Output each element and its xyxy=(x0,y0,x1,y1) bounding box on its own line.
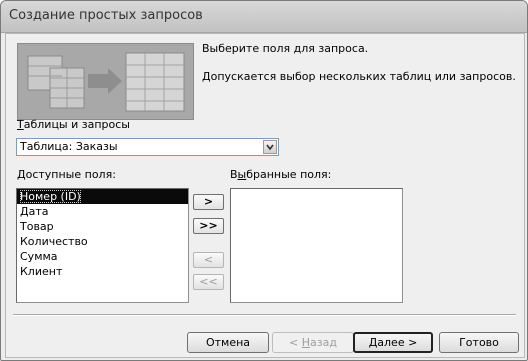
tables-label-text: аблицы и запросы xyxy=(23,118,130,131)
instruction-line-1: Выберите поля для запроса. xyxy=(202,42,369,55)
selected-label-mnemonic: ы xyxy=(237,168,247,181)
available-label-text: оступные поля: xyxy=(25,168,116,181)
remove-all-fields-button[interactable]: << xyxy=(193,274,224,290)
finish-button[interactable]: Готово xyxy=(439,332,519,353)
chevron-down-icon xyxy=(266,144,274,151)
tables-label-mnemonic: Т xyxy=(17,118,24,131)
back-button-pre: < xyxy=(289,336,302,349)
tables-combobox[interactable]: Таблица: Заказы xyxy=(16,138,279,156)
list-item[interactable]: Товар xyxy=(17,219,188,234)
available-fields-label: Доступные поля: xyxy=(17,168,116,181)
next-button-mnemonic: Д xyxy=(368,336,378,349)
back-button[interactable]: < Назад xyxy=(272,332,354,353)
available-fields-list[interactable]: Номер (ID) Дата Товар Количество Сумма К… xyxy=(16,188,189,303)
selected-fields-list[interactable] xyxy=(230,188,403,303)
back-button-mnemonic: Н xyxy=(301,336,311,349)
list-item[interactable]: Количество xyxy=(17,234,188,249)
tables-label: Таблицы и запросы xyxy=(17,118,130,131)
list-item[interactable]: Клиент xyxy=(17,264,188,279)
wizard-body: Выберите поля для запроса. Допускается в… xyxy=(5,33,525,358)
query-illustration-icon xyxy=(18,44,193,119)
cancel-button[interactable]: Отмена xyxy=(187,332,269,353)
window-title: Создание простых запросов xyxy=(9,8,203,23)
back-button-text: азад xyxy=(310,336,337,349)
available-label-mnemonic: Д xyxy=(17,168,26,181)
wizard-illustration xyxy=(17,43,194,120)
title-bar[interactable]: Создание простых запросов xyxy=(1,1,527,33)
add-all-fields-button[interactable]: >> xyxy=(193,218,224,234)
list-item[interactable]: Дата xyxy=(17,204,188,219)
footer-separator xyxy=(13,314,516,316)
next-button[interactable]: Далее > xyxy=(353,332,433,353)
remove-field-button[interactable]: < xyxy=(193,252,224,268)
combobox-dropdown-button[interactable] xyxy=(263,140,277,154)
next-button-text: алее > xyxy=(377,336,418,349)
tables-combobox-value: Таблица: Заказы xyxy=(20,140,118,153)
list-item[interactable]: Номер (ID) xyxy=(17,189,188,204)
query-wizard-window: Создание простых запросов Выберите поля … xyxy=(0,0,528,361)
instruction-line-2: Допускается выбор нескольких таблиц или … xyxy=(202,70,516,83)
add-field-button[interactable]: > xyxy=(193,194,224,210)
list-item[interactable]: Сумма xyxy=(17,249,188,264)
selected-label-pre: В xyxy=(230,168,238,181)
selected-fields-label: Выбранные поля: xyxy=(230,168,331,181)
selected-label-text: бранные поля: xyxy=(246,168,332,181)
